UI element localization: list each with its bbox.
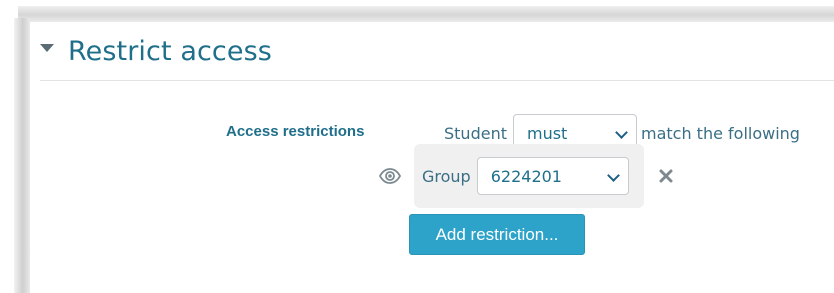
must-select-value: must [526,123,568,143]
window-shadow-top [18,6,834,22]
section-toggle[interactable]: Restrict access [40,36,272,67]
eye-icon[interactable] [378,164,402,188]
group-condition-box: Group 6224201 [414,144,644,208]
group-restriction-row: Group 6224201 [378,144,674,208]
chevron-down-icon [606,169,620,182]
group-select[interactable]: 6224201 [476,157,629,195]
window-shadow-left [14,18,30,293]
access-restrictions-label: Access restrictions [226,123,365,140]
restrict-access-screen: Restrict access Access restrictions Stud… [0,0,834,293]
section-divider [40,80,834,81]
group-label: Group [422,166,471,186]
caret-down-icon[interactable] [40,43,54,52]
section-title: Restrict access [68,36,272,67]
match-following-label: match the following [640,123,800,143]
student-label: Student [444,123,507,143]
close-icon[interactable] [658,168,674,184]
add-restriction-button[interactable]: Add restriction... [409,214,585,255]
chevron-down-icon [615,126,628,139]
group-select-value: 6224201 [490,166,562,186]
